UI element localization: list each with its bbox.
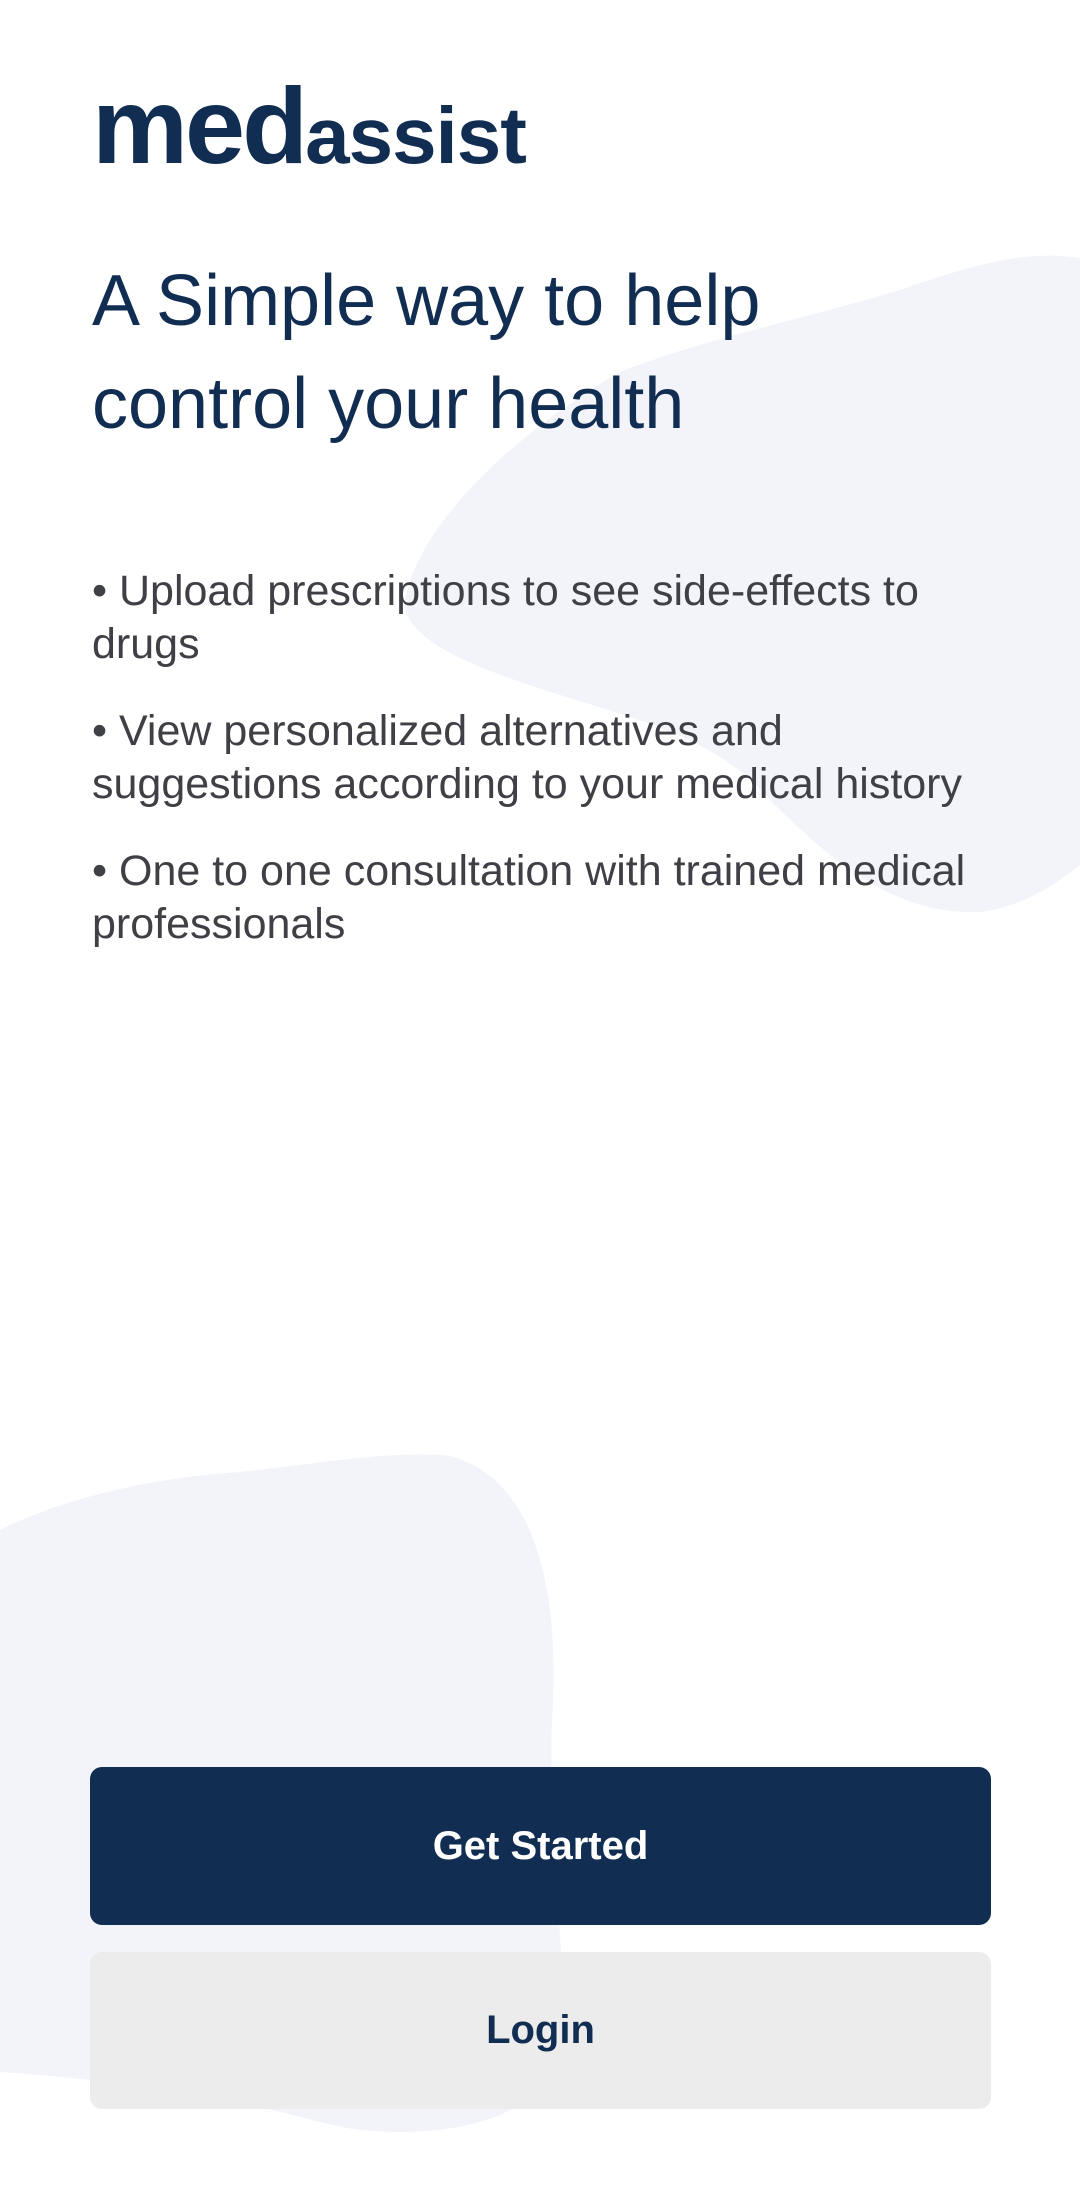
feature-list: • Upload prescriptions to see side-effec… <box>92 565 992 985</box>
feature-item-alternatives: • View personalized alternatives and sug… <box>92 707 962 808</box>
feature-item-upload: • Upload prescriptions to see side-effec… <box>92 567 919 668</box>
login-label: Login <box>486 2008 595 2052</box>
login-button[interactable]: Login <box>90 1952 991 2109</box>
app-logo: medassist <box>92 72 527 180</box>
page-title: A Simple way to help control your health <box>92 261 761 444</box>
logo-assist: assist <box>305 91 527 180</box>
feature-item-consultation: • One to one consultation with trained m… <box>92 847 966 948</box>
get-started-button[interactable]: Get Started <box>90 1767 991 1925</box>
get-started-label: Get Started <box>432 1823 649 1868</box>
logo-med: med <box>92 65 308 186</box>
welcome-screen: medassist A Simple way to help control y… <box>0 0 1080 2187</box>
